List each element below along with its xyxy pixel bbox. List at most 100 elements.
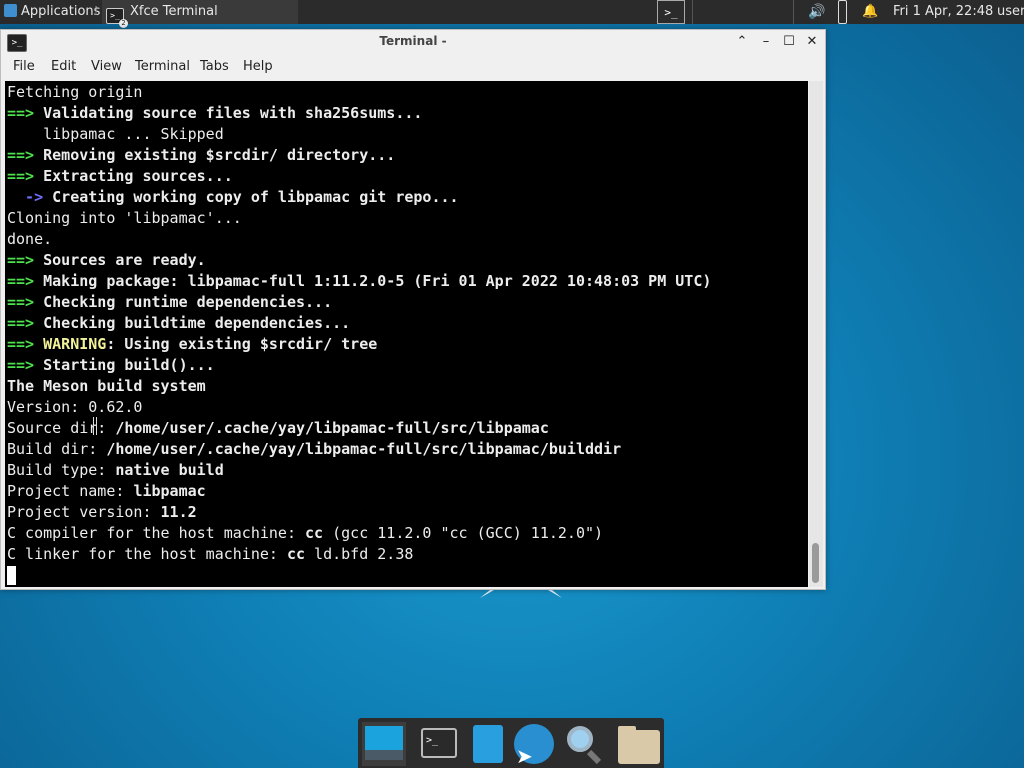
menu-terminal[interactable]: Terminal (135, 59, 190, 74)
terminal-text: ==> (7, 293, 44, 311)
terminal-text: 0.62.0 (88, 398, 143, 416)
terminal-text: native build (115, 461, 224, 479)
terminal-text: ld.bfd 2.38 (305, 545, 414, 563)
app-finder-icon[interactable] (562, 722, 606, 766)
terminal-text: Build dir: (7, 440, 107, 458)
terminal-text: done. (7, 230, 53, 248)
terminal-launcher-button[interactable]: >_ (657, 0, 685, 24)
terminal-text: (gcc 11.2.0 "cc (GCC) 11.2.0") (323, 524, 604, 542)
terminal-line: Build dir: /home/user/.cache/yay/libpama… (7, 439, 711, 460)
window-count-badge: 2 (119, 19, 128, 28)
terminal-text: Making package: libpamac-full 1:11.2.0-5… (43, 272, 712, 290)
panel-separator (692, 0, 693, 24)
minimize-button[interactable]: – (758, 33, 774, 51)
scrollbar[interactable] (809, 81, 823, 587)
terminal-text: Checking runtime dependencies... (43, 293, 333, 311)
terminal-text: Validating source files with sha256sums.… (43, 104, 423, 122)
terminal-text: ==> (7, 335, 44, 353)
menu-view[interactable]: View (91, 59, 122, 74)
terminal-text: Fetching origin (7, 83, 143, 101)
terminal-text: Creating working copy of libpamac git re… (52, 188, 459, 206)
terminal-output[interactable]: Fetching origin ==> Validating source fil… (5, 81, 808, 587)
terminal-line: Version: 0.62.0 (7, 397, 711, 418)
title-bar[interactable]: >_ Terminal - ⌃ – ☐ ✕ (1, 30, 825, 55)
menu-help[interactable]: Help (243, 59, 273, 74)
maximize-button[interactable]: ☐ (781, 33, 797, 51)
terminal-text: Extracting sources... (43, 167, 233, 185)
shade-button[interactable]: ⌃ (734, 33, 750, 51)
terminal-line: ==> Checking runtime dependencies... (7, 292, 711, 313)
terminal-line: C linker for the host machine: cc ld.bfd… (7, 544, 711, 565)
terminal-line: ==> WARNING: Using existing $srcdir/ tre… (7, 334, 711, 355)
home-folder-icon[interactable] (616, 722, 660, 766)
terminal-icon[interactable]: >_ (418, 722, 462, 766)
terminal-text: ==> (7, 314, 44, 332)
terminal-line: Project version: 11.2 (7, 502, 711, 523)
window-title: Terminal - (379, 34, 447, 48)
terminal-icon: >_ 2 (106, 8, 128, 28)
text-cursor (7, 566, 16, 585)
terminal-text: libpamac ... Skipped (7, 125, 224, 143)
terminal-line: Project name: libpamac (7, 481, 711, 502)
terminal-text: 11.2 (160, 503, 197, 521)
terminal-text: Source dir: (7, 419, 116, 437)
terminal-text: libpamac (133, 482, 206, 500)
applications-label: Applications (21, 4, 101, 19)
panel-separator (793, 0, 794, 24)
terminal-line: libpamac ... Skipped (7, 124, 711, 145)
terminal-line: The Meson build system (7, 376, 711, 397)
terminal-text: Cloning into 'libpamac'... (7, 209, 242, 227)
terminal-text: ==> (7, 356, 44, 374)
taskbar-label: Xfce Terminal (130, 4, 218, 19)
notification-bell-icon[interactable]: 🔔 (862, 0, 878, 24)
terminal-text: Project version: (7, 503, 161, 521)
terminal-text: /home/user/.cache/yay/libpamac-full/src/… (115, 419, 549, 437)
terminal-line: ==> Validating source files with sha256s… (7, 103, 711, 124)
terminal-lines: Fetching origin ==> Validating source fil… (7, 82, 711, 565)
terminal-text: ==> (7, 251, 44, 269)
dock: >_ ➤ (358, 718, 664, 768)
terminal-line: ==> Extracting sources... (7, 166, 711, 187)
terminal-text: ==> (7, 272, 44, 290)
volume-icon[interactable]: 🔊 (808, 0, 825, 24)
top-panel: Applications ⁞ >_ 2 Xfce Terminal >_ 🔊 🔔 F… (0, 0, 1024, 28)
terminal-text: C linker for the host machine: (7, 545, 287, 563)
terminal-window: >_ Terminal - ⌃ – ☐ ✕ File Edit View Ter… (0, 29, 826, 590)
terminal-text: Checking buildtime dependencies... (43, 314, 351, 332)
menu-file[interactable]: File (13, 59, 35, 74)
terminal-text: ==> (7, 104, 44, 122)
mouse-ibeam-cursor (93, 417, 97, 435)
menu-bar: File Edit View Terminal Tabs Help (1, 55, 825, 79)
terminal-line: C compiler for the host machine: cc (gcc… (7, 523, 711, 544)
taskbar-button-xfce-terminal[interactable]: >_ 2 Xfce Terminal (102, 0, 298, 28)
terminal-line: ==> Sources are ready. (7, 250, 711, 271)
applications-icon (4, 4, 17, 17)
web-browser-icon[interactable]: ➤ (512, 722, 556, 768)
show-desktop-icon[interactable] (362, 722, 406, 766)
battery-icon[interactable] (838, 0, 847, 24)
menu-edit[interactable]: Edit (51, 59, 76, 74)
applications-menu[interactable]: Applications (0, 0, 104, 24)
terminal-text: Removing existing $srcdir/ directory... (43, 146, 396, 164)
file-manager-icon[interactable] (466, 722, 510, 766)
terminal-line: Source dir: /home/user/.cache/yay/libpam… (7, 418, 711, 439)
terminal-text: Build type: (7, 461, 116, 479)
clock[interactable]: Fri 1 Apr, 22:48 (893, 0, 993, 24)
user-menu[interactable]: user (997, 0, 1024, 24)
terminal-line: done. (7, 229, 711, 250)
terminal-text: Starting build()... (43, 356, 215, 374)
terminal-line: Build type: native build (7, 460, 711, 481)
terminal-line: Cloning into 'libpamac'... (7, 208, 711, 229)
menu-tabs[interactable]: Tabs (200, 59, 229, 74)
terminal-line: -> Creating working copy of libpamac git… (7, 187, 711, 208)
terminal-text: The Meson build system (7, 377, 206, 395)
terminal-text: Version: (7, 398, 89, 416)
terminal-line: ==> Making package: libpamac-full 1:11.2… (7, 271, 711, 292)
terminal-line: ==> Removing existing $srcdir/ directory… (7, 145, 711, 166)
scrollbar-thumb[interactable] (812, 543, 819, 583)
close-button[interactable]: ✕ (804, 33, 820, 51)
terminal-text: Sources are ready. (43, 251, 206, 269)
terminal-text: C compiler for the host machine: (7, 524, 306, 542)
terminal-text: cc (305, 524, 324, 542)
terminal-text: : Using existing $srcdir/ tree (106, 335, 378, 353)
